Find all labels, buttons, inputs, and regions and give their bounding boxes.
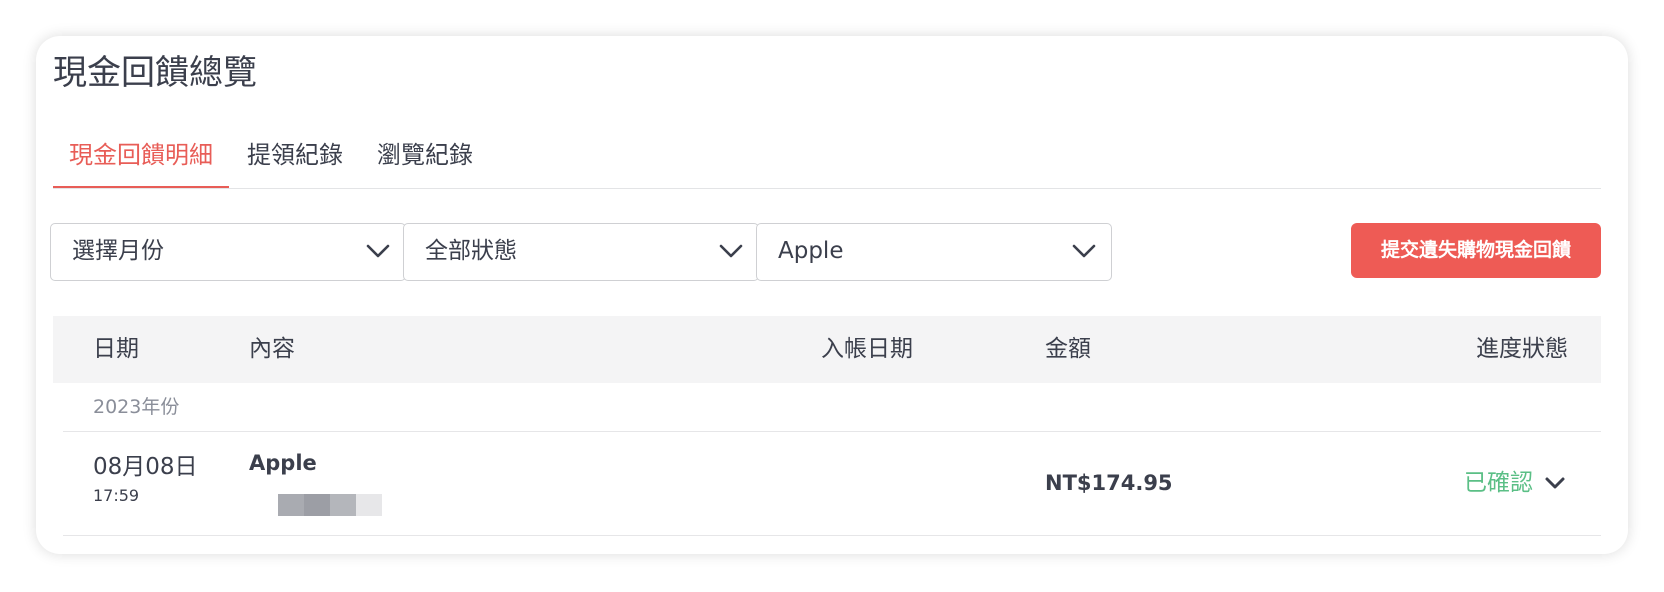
year-group-label: 2023年份 <box>93 396 180 418</box>
chevron-down-icon <box>366 244 390 258</box>
status-select-value: 全部狀態 <box>425 238 517 264</box>
header-content: 內容 <box>249 336 295 362</box>
header-date: 日期 <box>93 336 139 362</box>
redacted-order-id <box>278 494 382 516</box>
chevron-down-icon <box>719 244 743 258</box>
merchant-select[interactable]: Apple <box>756 223 1112 281</box>
month-select-value: 選擇月份 <box>72 238 164 264</box>
chevron-down-icon[interactable] <box>1543 472 1567 494</box>
submit-missing-cashback-button[interactable]: 提交遺失購物現金回饋 <box>1351 223 1601 278</box>
year-group-row: 2023年份 <box>63 383 1601 432</box>
tab-withdrawal-records[interactable]: 提領紀錄 <box>247 126 343 187</box>
row-merchant: Apple <box>249 451 317 475</box>
header-status: 進度狀態 <box>1476 336 1568 362</box>
status-select[interactable]: 全部狀態 <box>403 223 759 281</box>
row-amount: NT$174.95 <box>1045 471 1173 495</box>
tab-browsing-history[interactable]: 瀏覽紀錄 <box>377 126 473 187</box>
merchant-select-value: Apple <box>778 238 844 264</box>
chevron-down-icon <box>1072 244 1096 258</box>
page-title: 現金回饋總覽 <box>53 53 257 93</box>
table-row: 08月08日 17:59 Apple NT$174.95 已確認 <box>63 432 1601 536</box>
cashback-overview-card: 現金回饋總覽 現金回饋明細 提領紀錄 瀏覽紀錄 選擇月份 全部狀態 Apple … <box>36 36 1628 554</box>
tab-bar: 現金回饋明細 提領紀錄 瀏覽紀錄 <box>53 126 1601 189</box>
row-date: 08月08日 <box>93 454 198 480</box>
row-time: 17:59 <box>93 486 140 505</box>
row-status: 已確認 <box>1464 470 1533 496</box>
month-select[interactable]: 選擇月份 <box>50 223 406 281</box>
table-header: 日期 內容 入帳日期 金額 進度狀態 <box>53 316 1601 383</box>
tab-cashback-details[interactable]: 現金回饋明細 <box>53 126 229 188</box>
header-posting-date: 入帳日期 <box>821 336 913 362</box>
header-amount: 金額 <box>1045 336 1091 362</box>
